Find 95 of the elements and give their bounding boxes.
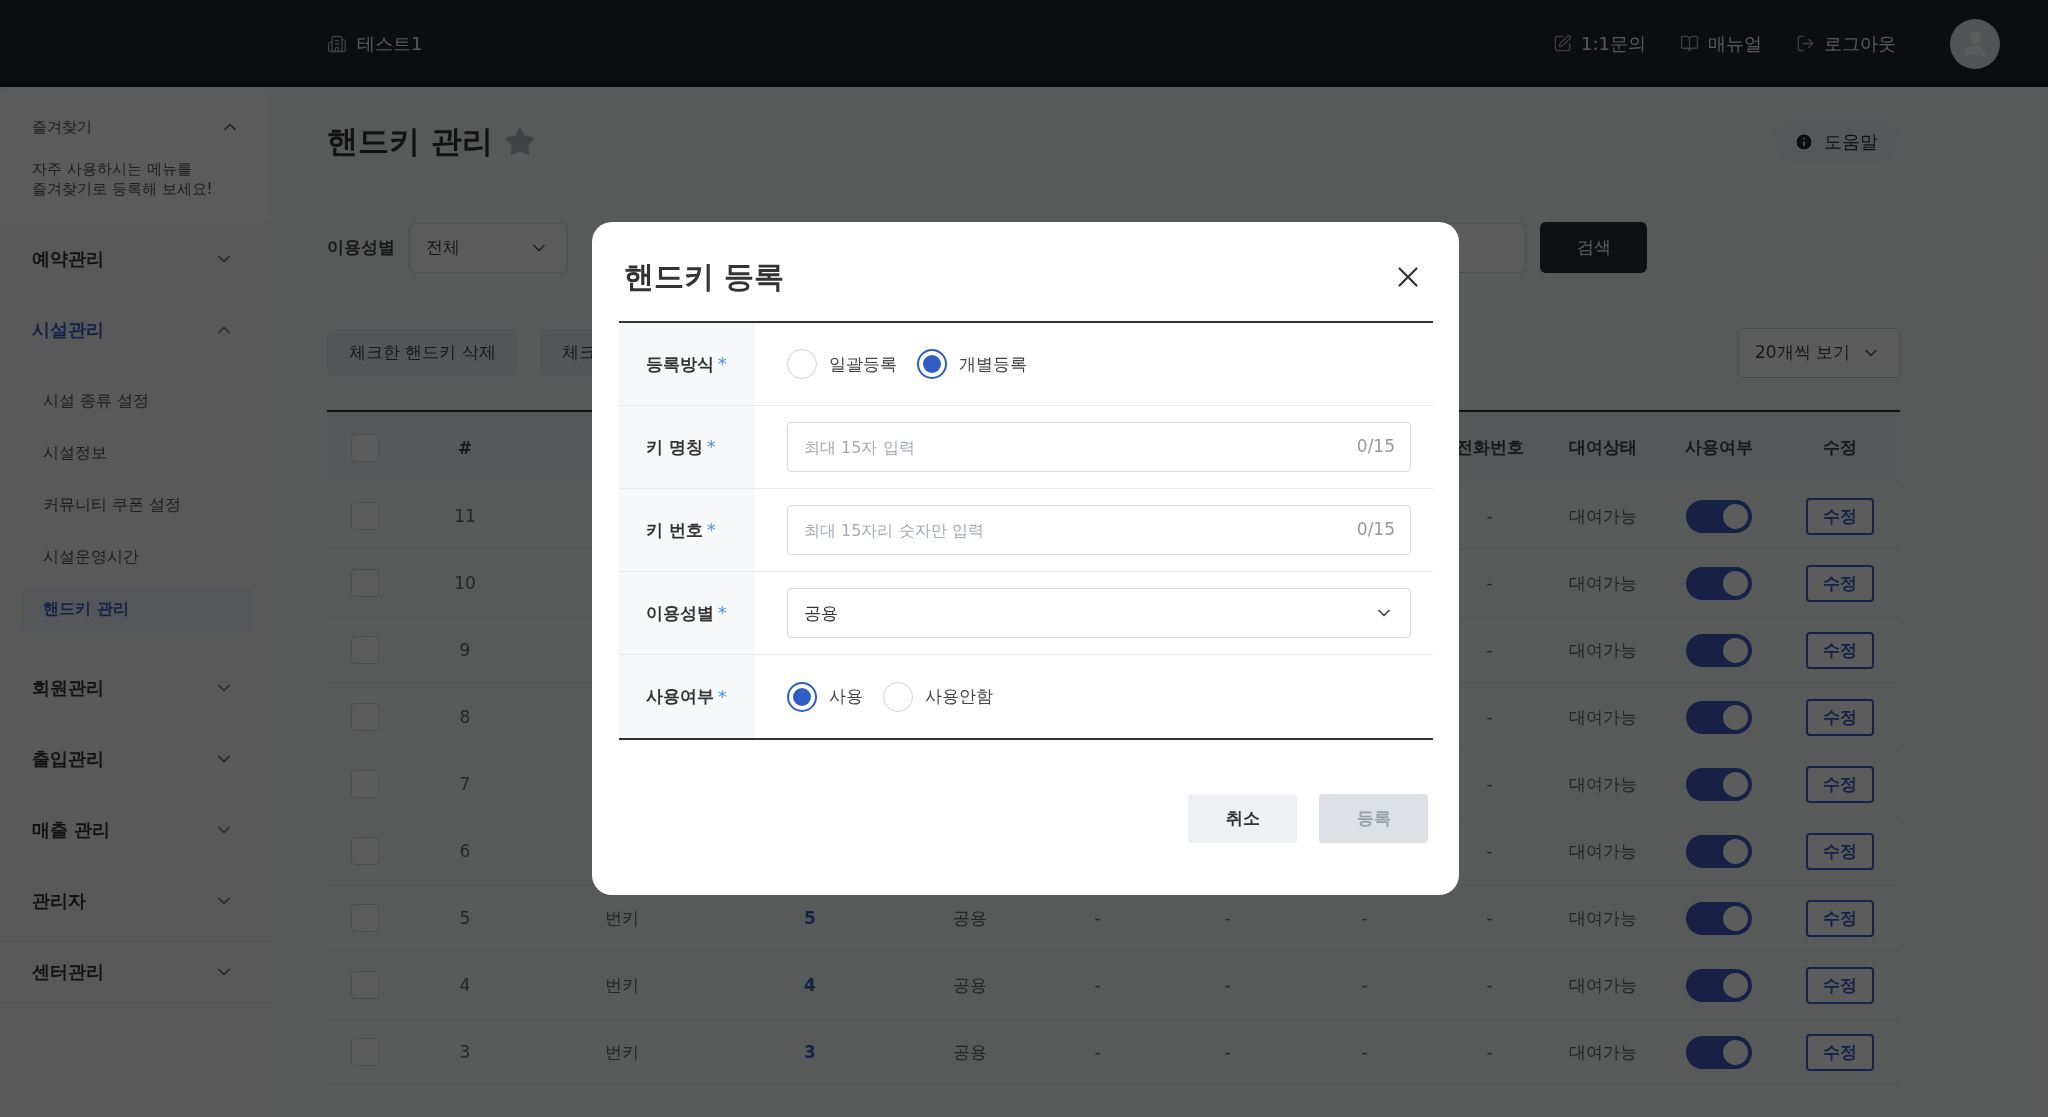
search-button[interactable]: 검색 <box>1540 222 1647 273</box>
toggle-switch[interactable] <box>1686 767 1752 801</box>
toggle-switch[interactable] <box>1686 1035 1752 1069</box>
favorites-title: 즐겨찾기 <box>32 117 92 137</box>
edit-icon <box>1553 34 1573 53</box>
book-icon <box>1680 34 1699 53</box>
table-cell: - <box>1486 573 1493 593</box>
action-button[interactable]: 체크한 핸드키 삭제 <box>327 329 518 376</box>
toggle-switch[interactable] <box>1686 633 1752 667</box>
edit-button[interactable]: 수정 <box>1805 832 1874 870</box>
menu-group[interactable]: 예약관리 <box>32 246 104 271</box>
modal-title: 핸드키 등록 <box>624 257 785 296</box>
edit-button[interactable]: 수정 <box>1805 966 1874 1004</box>
table-cell: - <box>1486 841 1493 861</box>
cancel-button[interactable]: 취소 <box>1188 794 1297 843</box>
gender-select[interactable]: 전체 <box>409 222 568 273</box>
table-cell: - <box>1094 1042 1101 1062</box>
edit-button[interactable]: 수정 <box>1805 765 1874 803</box>
edit-button[interactable]: 수정 <box>1805 899 1874 937</box>
favorites-hint: 자주 사용하시는 메뉴를 즐겨찾기로 등록해 보세요! <box>32 159 214 200</box>
table-cell: - <box>1094 908 1101 928</box>
table-cell: - <box>1486 1042 1493 1062</box>
edit-button[interactable]: 수정 <box>1805 1033 1874 1071</box>
field-label: 등록방식 <box>646 352 714 376</box>
site-name: 테스트1 <box>357 31 423 56</box>
edit-button[interactable]: 수정 <box>1805 564 1874 602</box>
table-cell: - <box>1486 640 1493 660</box>
field-label: 사용여부 <box>646 685 714 708</box>
required-mark: * <box>718 354 727 374</box>
column-header: 사용여부 <box>1685 436 1753 459</box>
table-cell: 3 <box>804 1042 816 1062</box>
edit-button[interactable]: 수정 <box>1805 631 1874 669</box>
select-field[interactable]: 공용 <box>787 588 1411 638</box>
table-cell: - <box>1361 1042 1368 1062</box>
toggle-switch[interactable] <box>1686 834 1752 868</box>
table-cell: - <box>1094 975 1101 995</box>
table-cell: - <box>1486 908 1493 928</box>
radio-option[interactable]: 개별등록 <box>917 349 1027 379</box>
table-cell: - <box>1486 707 1493 727</box>
column-header: 전화번호 <box>1455 436 1524 459</box>
menu-group[interactable]: 회원관리 <box>32 675 104 700</box>
radio-option[interactable]: 사용안함 <box>883 681 993 712</box>
menu-group[interactable]: 관리자 <box>32 888 86 913</box>
menu-item[interactable]: 시설운영시간 <box>22 534 252 580</box>
required-mark: * <box>718 686 727 707</box>
radio-option[interactable]: 사용 <box>787 681 863 712</box>
info-icon <box>1794 132 1814 152</box>
header-link[interactable]: 로그아웃 <box>1796 31 1896 56</box>
column-header: # <box>457 437 473 458</box>
building-icon <box>327 33 347 54</box>
field-label: 키 번호 <box>646 518 703 542</box>
logout-icon <box>1796 34 1815 53</box>
table-cell: 5 <box>804 908 816 928</box>
radio-option[interactable]: 일괄등록 <box>787 349 897 379</box>
toggle-switch[interactable] <box>1686 700 1752 734</box>
required-mark: * <box>718 603 727 623</box>
edit-button[interactable]: 수정 <box>1805 698 1874 736</box>
table-cell: - <box>1486 975 1493 995</box>
toggle-switch[interactable] <box>1686 499 1752 533</box>
radio-icon[interactable] <box>787 681 817 712</box>
required-mark: * <box>706 437 716 457</box>
char-counter: 0/15 <box>1356 519 1395 539</box>
toggle-switch[interactable] <box>1686 968 1752 1002</box>
table-cell: - <box>1224 908 1231 928</box>
menu-item[interactable]: 시설 종류 설정 <box>22 378 252 424</box>
table-cell: - <box>1361 975 1368 995</box>
menu-group[interactable]: 시설관리 <box>32 317 104 342</box>
table-cell: - <box>1224 1042 1231 1062</box>
header-link[interactable]: 1:1문의 <box>1553 31 1646 56</box>
avatar-button[interactable] <box>1950 18 2000 69</box>
table-cell: 4 <box>804 975 816 995</box>
page-title: 핸드키 관리 <box>327 122 493 161</box>
menu-group[interactable]: 매출 관리 <box>32 817 111 842</box>
filter-label: 이용성별 <box>327 236 395 259</box>
table-cell: - <box>1486 506 1493 526</box>
edit-button[interactable]: 수정 <box>1805 497 1874 535</box>
menu-group[interactable]: 출입관리 <box>32 746 104 771</box>
field-label: 키 명칭 <box>646 435 703 459</box>
radio-icon[interactable] <box>917 349 947 379</box>
column-header: 수정 <box>1822 436 1857 459</box>
toggle-switch[interactable] <box>1686 901 1752 935</box>
menu-item[interactable]: 커뮤니티 쿠폰 설정 <box>22 482 252 528</box>
table-cell: - <box>1361 908 1368 928</box>
toggle-switch[interactable] <box>1686 566 1752 600</box>
header-link[interactable]: 매뉴얼 <box>1680 31 1762 56</box>
menu-group[interactable]: 센터관리 <box>32 959 104 984</box>
field-label: 이용성별 <box>646 601 714 625</box>
menu-item[interactable]: 핸드키 관리 <box>22 586 252 632</box>
char-counter: 0/15 <box>1356 436 1395 456</box>
required-mark: * <box>706 520 716 540</box>
table-cell: - <box>1486 774 1493 794</box>
page-size-select[interactable]: 20개씩 보기 <box>1738 327 1900 378</box>
table-cell: - <box>1224 975 1231 995</box>
column-header: 대여상태 <box>1569 436 1637 459</box>
menu-item[interactable]: 시설정보 <box>22 430 252 476</box>
